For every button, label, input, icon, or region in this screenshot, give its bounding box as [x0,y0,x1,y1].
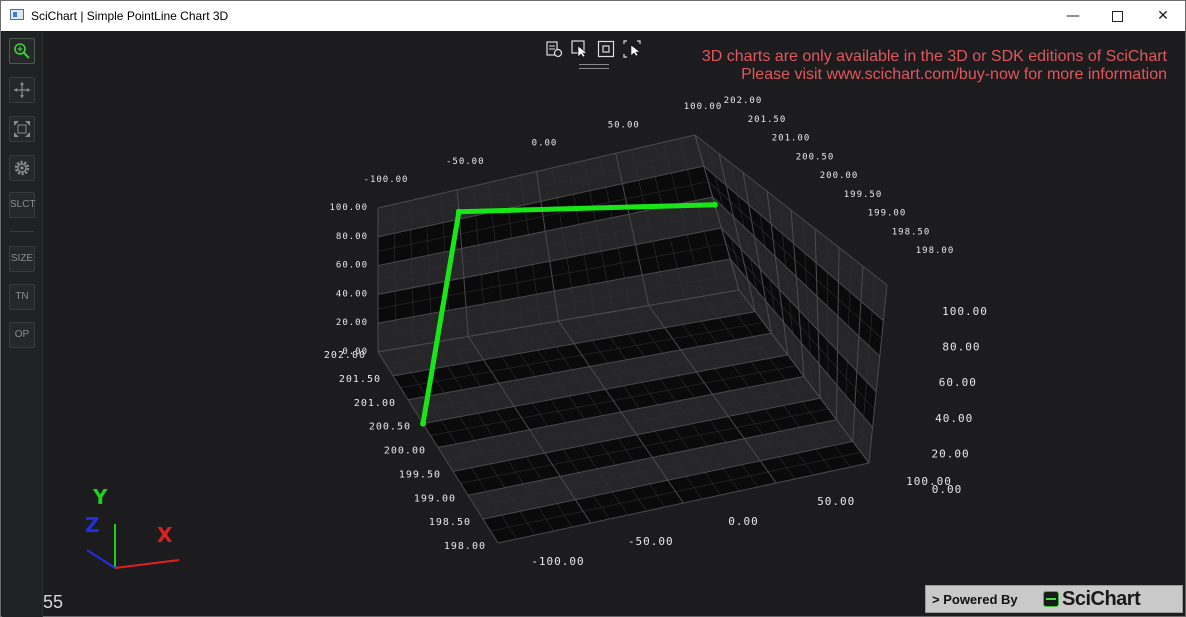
z-tick-label: 200.00 [384,446,426,457]
chart-surface[interactable]: -100.00 -50.00 0.00 50.00 100.00 -100.00 -50.0… [43,32,1185,617]
watermark-line-1: 3D charts are only available in the 3D o… [701,48,1167,65]
y-tick-label: 40.00 [336,289,368,299]
z-tick-label: 198.50 [429,517,471,528]
z-tick-label-top: 198.00 [916,246,955,256]
toolbar-grip[interactable] [579,64,609,69]
gizmo-y-label: Y [92,485,108,509]
maximize-icon [1111,10,1123,22]
y-tick-label: 100.00 [329,203,368,213]
fit-icon[interactable] [597,40,615,58]
powered-by-badge[interactable]: > Powered By SciChart [925,585,1183,613]
z-tick-label: 200.50 [369,422,411,433]
x-tick-label-top: -50.00 [446,157,485,167]
y-tick-label-right: 20.00 [932,447,970,460]
x-tick-label: -50.00 [628,535,674,548]
zoom-extents-icon [14,121,30,137]
z-tick-label: 199.50 [399,469,441,480]
chart-3d[interactable]: -100.00 -50.00 0.00 50.00 100.00 -100.00 -50.0… [43,32,1185,617]
app-window: SciChart | Simple PointLine Chart 3D — ✕ [0,0,1186,617]
settings-button[interactable] [9,155,35,181]
gizmo-x-axis [114,559,180,569]
y-tick-label: 0.00 [342,347,368,357]
z-tick-label-top: 199.00 [868,209,907,219]
select-button[interactable]: SLCT [9,192,36,218]
close-button[interactable]: ✕ [1140,1,1186,31]
z-tick-label-top: 200.00 [820,171,859,181]
series-point[interactable] [455,208,462,215]
y-tick-label: 60.00 [336,261,368,271]
z-tick-label-top: 201.50 [748,115,787,125]
x-tick-label-top: 0.00 [532,139,558,149]
toolbar-divider [10,231,34,232]
y-tick-label: 20.00 [336,318,368,328]
x-tick-label-top: 50.00 [608,120,640,130]
series-point[interactable] [711,201,718,208]
zoom-extents-button[interactable] [9,116,35,142]
minimize-button[interactable]: — [1050,1,1096,31]
export-icon[interactable] [545,40,563,58]
powered-by-text: > Powered By [932,592,1018,607]
pan-button[interactable] [9,77,35,103]
x-tick-label: 0.00 [728,515,759,528]
zoom-icon [14,43,30,59]
x-tick-label: -100.00 [531,555,584,568]
y-tick-label-right: 0.00 [932,483,963,496]
pan-icon [14,82,30,98]
y-tick-label-right: 60.00 [939,376,977,389]
axis-orientation-gizmo: Y Z X [85,485,180,569]
z-tick-label: 198.00 [444,541,486,552]
x-tick-label-top: -100.00 [364,175,409,185]
y-tick-label-right: 80.00 [942,341,980,354]
y-tick-label: 80.00 [336,232,368,242]
scichart-brand: SciChart [1062,588,1141,610]
x-tick-label: 50.00 [817,495,855,508]
window-title: SciChart | Simple PointLine Chart 3D [31,9,229,23]
size-button[interactable]: SIZE [9,246,35,272]
gizmo-z-label: Z [85,513,100,537]
z-tick-label-top: 198.50 [892,227,931,237]
gizmo-z-axis [86,549,116,569]
y-tick-label-right: 40.00 [935,412,973,425]
side-toolbar: SLCT SIZE TN OP [2,32,43,617]
z-tick-label: 201.00 [354,398,396,409]
app-icon [10,9,24,20]
z-tick-label: 201.50 [339,374,381,385]
settings-icon [14,160,30,176]
maximize-button[interactable] [1094,1,1140,31]
title-bar: SciChart | Simple PointLine Chart 3D — ✕ [1,1,1185,31]
y-tick-label-right: 100.00 [942,305,988,318]
z-tick-label: 199.00 [414,493,456,504]
license-watermark: 3D charts are only available in the 3D o… [702,48,1167,84]
z-tick-label-top: 200.50 [796,152,835,162]
zoom-button[interactable] [9,38,35,64]
x-tick-label-top: 100.00 [684,102,723,112]
watermark-line-2: Please visit www.scichart.com/buy-now fo… [741,66,1167,83]
z-tick-label-top: 202.00 [724,96,763,106]
z-tick-label-top: 199.50 [844,190,883,200]
chart-toolbar [545,40,645,69]
fps-counter: 55 [43,592,64,612]
gizmo-x-label: X [157,523,173,547]
scichart-logo-icon [1043,591,1059,607]
series-point[interactable] [420,420,426,427]
tn-button[interactable]: TN [9,284,35,310]
cursor-modifier-icon[interactable] [623,40,641,58]
op-button[interactable]: OP [9,322,35,348]
select-cursor-icon[interactable] [571,40,589,58]
z-tick-label-top: 201.00 [772,134,811,144]
